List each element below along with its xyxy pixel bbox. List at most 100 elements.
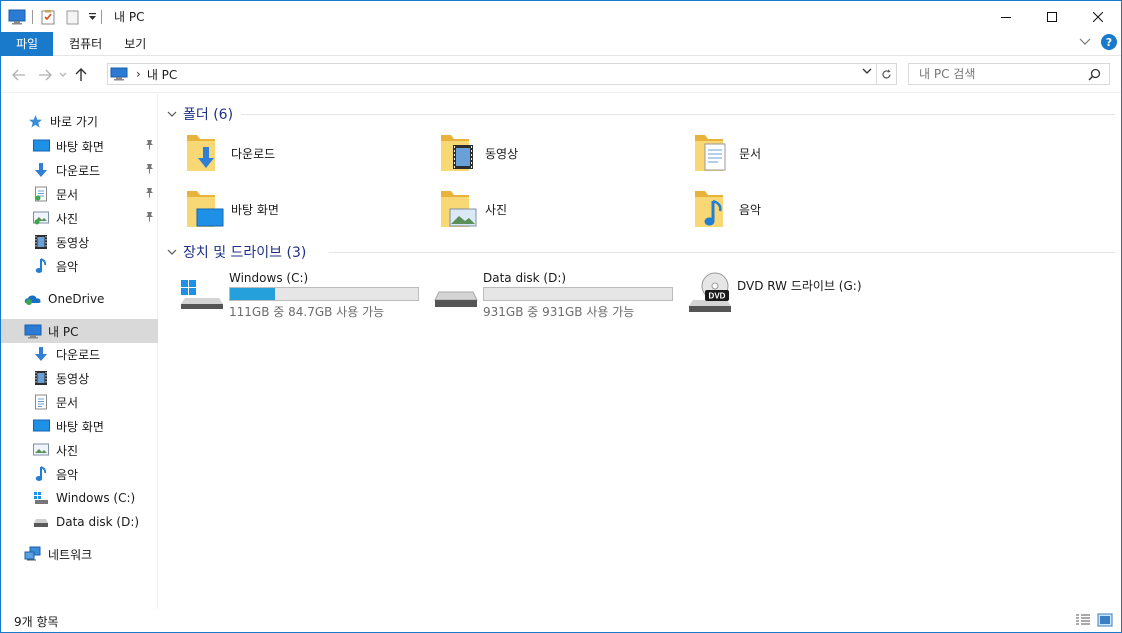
close-button[interactable]: [1075, 1, 1121, 32]
music-folder-icon: [693, 187, 733, 231]
tab-computer[interactable]: 컴퓨터: [53, 32, 118, 56]
sidebar-item-pc-music[interactable]: 음악: [1, 462, 158, 486]
help-icon[interactable]: ?: [1101, 34, 1117, 50]
dvd-drive-icon: DVD: [687, 270, 733, 312]
folder-label: 다운로드: [231, 146, 276, 161]
documents-icon: [32, 393, 50, 411]
forward-arrow-icon[interactable]: [34, 64, 56, 86]
sidebar-item-label: 다운로드: [56, 347, 101, 362]
folder-tile-documents[interactable]: 문서: [693, 131, 761, 175]
window-controls: [983, 1, 1121, 32]
search-box[interactable]: [908, 63, 1110, 85]
sidebar-item-label: OneDrive: [48, 292, 105, 306]
collapse-chevron-icon[interactable]: [167, 108, 177, 121]
drive-tile-d[interactable]: Data disk (D:) 931GB 중 931GB 사용 가능: [433, 270, 673, 320]
sidebar-item-pc-pictures[interactable]: 사진: [1, 438, 158, 462]
drive-usage-bar: [483, 287, 673, 301]
drive-name: DVD RW 드라이브 (G:): [737, 279, 862, 293]
sidebar-item-label: 네트워크: [48, 547, 93, 562]
drive-name: Data disk (D:): [483, 271, 567, 285]
sidebar-item-desktop[interactable]: 바탕 화면: [1, 134, 158, 158]
tab-view[interactable]: 보기: [118, 32, 162, 56]
sidebar-item-network[interactable]: 네트워크: [1, 542, 158, 566]
download-icon: [32, 345, 50, 363]
desktop-icon: [32, 417, 50, 435]
sidebar-item-pc-desktop[interactable]: 바탕 화면: [1, 414, 158, 438]
minimize-button[interactable]: [983, 1, 1029, 32]
properties-icon[interactable]: [39, 8, 57, 26]
tab-file[interactable]: 파일: [1, 31, 54, 56]
sidebar-item-label: 음악: [56, 259, 79, 274]
expand-ribbon-icon[interactable]: [1079, 35, 1091, 49]
sidebar-item-pc-downloads[interactable]: 다운로드: [1, 342, 158, 366]
sidebar-item-quick-access[interactable]: 바로 가기: [1, 109, 158, 133]
sidebar-item-pictures[interactable]: 사진: [1, 206, 158, 230]
window-title: 내 PC: [114, 10, 145, 24]
sidebar-item-pc-drive-c[interactable]: Windows (C:): [1, 486, 158, 510]
address-dropdown-icon[interactable]: [862, 67, 872, 78]
documents-folder-icon: [693, 131, 733, 175]
pictures-icon: [32, 441, 50, 459]
computer-icon[interactable]: [8, 8, 26, 26]
drive-free-space: 111GB 중 84.7GB 사용 가능: [229, 305, 385, 319]
group-header-folders[interactable]: 폴더 (6): [167, 104, 233, 124]
sidebar-item-documents[interactable]: 문서: [1, 182, 158, 206]
windows-drive-icon: [32, 489, 50, 507]
breadcrumb-separator-icon[interactable]: ›: [136, 67, 141, 81]
drive-tile-c[interactable]: Windows (C:) 111GB 중 84.7GB 사용 가능: [179, 270, 419, 320]
search-input[interactable]: [919, 67, 1079, 81]
address-bar[interactable]: › 내 PC: [107, 63, 877, 85]
pictures-icon: [32, 209, 50, 227]
videos-icon: [32, 233, 50, 251]
toolbar-separator: [101, 9, 102, 24]
pin-icon[interactable]: [145, 163, 154, 177]
sidebar-item-pc-videos[interactable]: 동영상: [1, 366, 158, 390]
sidebar-item-label: 바탕 화면: [56, 139, 104, 154]
pin-icon[interactable]: [145, 211, 154, 225]
up-arrow-icon[interactable]: [70, 64, 92, 86]
group-title: 폴더 (6): [183, 107, 234, 123]
sidebar-item-label: 바탕 화면: [56, 419, 104, 434]
sidebar-item-downloads[interactable]: 다운로드: [1, 158, 158, 182]
drive-tile-g[interactable]: DVD DVD RW 드라이브 (G:): [687, 270, 862, 312]
folder-tile-music[interactable]: 음악: [693, 187, 761, 231]
refresh-button[interactable]: [877, 63, 897, 85]
sidebar-item-pc-drive-d[interactable]: Data disk (D:): [1, 510, 158, 534]
pin-icon[interactable]: [145, 139, 154, 153]
maximize-button[interactable]: [1029, 1, 1075, 32]
group-divider: [329, 252, 1115, 253]
collapse-chevron-icon[interactable]: [167, 246, 177, 259]
navigation-bar: › 내 PC: [1, 57, 1121, 93]
new-folder-icon[interactable]: [63, 8, 81, 26]
search-icon[interactable]: [1088, 68, 1101, 84]
ribbon-tabs: 파일 컴퓨터 보기 ?: [1, 31, 1121, 56]
sidebar-item-this-pc[interactable]: 내 PC: [1, 319, 158, 343]
back-arrow-icon[interactable]: [8, 64, 30, 86]
view-toggle-buttons: [1075, 613, 1113, 627]
folder-label: 바탕 화면: [231, 202, 279, 217]
pin-icon[interactable]: [145, 187, 154, 201]
navigation-pane: 바로 가기 바탕 화면 다운로드 문서 사진 동영상 음악 OneDrive 내…: [1, 94, 158, 609]
folder-tile-desktop[interactable]: 바탕 화면: [185, 187, 279, 231]
group-header-devices[interactable]: 장치 및 드라이브 (3): [167, 242, 306, 262]
large-icons-view-icon[interactable]: [1097, 613, 1113, 627]
drive-info: Data disk (D:) 931GB 중 931GB 사용 가능: [483, 270, 673, 320]
sidebar-item-label: Data disk (D:): [56, 515, 140, 529]
breadcrumb[interactable]: 내 PC: [147, 66, 177, 83]
onedrive-icon: [24, 290, 42, 308]
customize-toolbar-dropdown-icon[interactable]: [87, 8, 97, 26]
computer-icon: [24, 322, 42, 340]
sidebar-item-label: 동영상: [56, 235, 90, 250]
sidebar-item-pc-documents[interactable]: 문서: [1, 390, 158, 414]
sidebar-item-label: 문서: [56, 395, 79, 410]
details-view-icon[interactable]: [1075, 613, 1091, 627]
folder-tile-videos[interactable]: 동영상: [439, 131, 518, 175]
drive-usage-bar: [229, 287, 419, 301]
folder-tile-pictures[interactable]: 사진: [439, 187, 507, 231]
sidebar-item-videos[interactable]: 동영상: [1, 230, 158, 254]
sidebar-item-onedrive[interactable]: OneDrive: [1, 287, 158, 311]
recent-locations-chevron-icon[interactable]: [56, 64, 70, 86]
documents-icon: [32, 185, 50, 203]
sidebar-item-music[interactable]: 음악: [1, 254, 158, 278]
folder-tile-downloads[interactable]: 다운로드: [185, 131, 275, 175]
